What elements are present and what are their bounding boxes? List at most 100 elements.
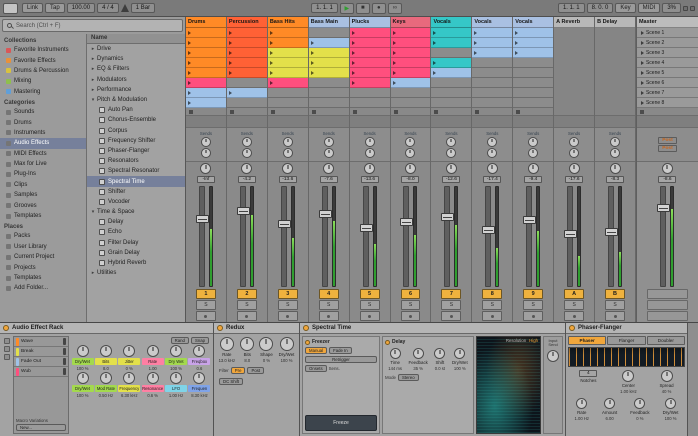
empty-clip-slot[interactable] (267, 88, 308, 98)
source-select[interactable]: Onsets (305, 365, 327, 372)
empty-clip-slot[interactable] (308, 98, 349, 108)
device-activator-icon[interactable] (569, 325, 575, 331)
browser-entry-modulators[interactable]: ▸ Modulators (87, 75, 185, 85)
snapshot-macros-button[interactable]: Snap (190, 337, 209, 344)
track-activator-button[interactable]: 5 (359, 289, 380, 299)
loop-button[interactable]: ∞ (387, 2, 402, 14)
sidebar-item-templates[interactable]: Templates (0, 273, 86, 283)
filter-pre-button[interactable]: Pre (230, 367, 246, 374)
browser-entry-vocoder[interactable]: Vocoder (87, 197, 185, 207)
empty-clip-slot[interactable] (226, 98, 267, 108)
delay-shift-knob[interactable] (434, 348, 446, 359)
phaser-rate-knob[interactable] (576, 398, 588, 409)
pan-knob[interactable] (241, 163, 253, 174)
browser-entry-chorus-ensemble[interactable]: Chorus-Ensemble (87, 115, 185, 125)
filter-post-button[interactable]: Post (247, 367, 265, 374)
arm-button[interactable] (277, 311, 298, 321)
sidebar-item-packs[interactable]: Packs (0, 231, 86, 241)
macro-knob-11[interactable] (170, 372, 183, 384)
empty-clip-slot[interactable] (308, 78, 349, 88)
clip[interactable] (472, 38, 513, 48)
redux-bits-knob[interactable] (240, 337, 255, 351)
loop-start-field[interactable]: 1. 1. 1 (557, 3, 585, 13)
freeze-button[interactable]: Freeze (305, 415, 377, 431)
browser-entry-resonators[interactable]: Resonators (87, 156, 185, 166)
clip[interactable] (308, 48, 349, 58)
clip[interactable] (308, 38, 349, 48)
sidebar-item-grooves[interactable]: Grooves (0, 200, 86, 210)
clip[interactable] (186, 78, 226, 88)
randomize-macros-button[interactable]: Rand (170, 337, 189, 344)
pan-knob[interactable] (609, 163, 621, 174)
fader-handle[interactable] (482, 225, 496, 234)
clip[interactable] (431, 28, 472, 38)
arm-button[interactable] (359, 311, 380, 321)
send-a-knob[interactable] (200, 137, 211, 147)
macro-knob-2[interactable] (99, 345, 112, 357)
solo-button[interactable]: S (359, 300, 380, 310)
volume-fader[interactable] (657, 186, 671, 287)
volume-value[interactable]: -13.6 (360, 176, 379, 183)
clip[interactable] (349, 78, 390, 88)
fader-handle[interactable] (441, 212, 455, 221)
macro-knob-12[interactable] (193, 372, 206, 384)
send-b-knob[interactable] (323, 148, 334, 158)
volume-fader[interactable] (482, 186, 496, 287)
clip[interactable] (431, 58, 472, 68)
clip[interactable] (349, 48, 390, 58)
sidebar-item-mixing[interactable]: Mixing (0, 76, 86, 86)
browser-entry-performance[interactable]: ▸ Performance (87, 85, 185, 95)
solo-button[interactable]: S (236, 300, 257, 310)
track-header[interactable]: Percussion (226, 17, 267, 28)
macro-knob-9[interactable] (123, 372, 136, 384)
macro-knob-1[interactable] (76, 345, 89, 357)
browser-entry-hybrid-reverb[interactable]: Hybrid Reverb (87, 258, 185, 268)
sidebar-item-plug-ins[interactable]: Plug-Ins (0, 169, 86, 179)
arm-button[interactable] (400, 311, 421, 321)
browser-entry-spectral-time[interactable]: Spectral Time (87, 176, 185, 187)
volume-value[interactable]: -17.4 (483, 176, 502, 183)
empty-clip-slot[interactable] (431, 98, 472, 108)
chevron-right-icon[interactable]: ▸ (89, 270, 97, 276)
track-header[interactable]: Keys (390, 17, 431, 28)
volume-value[interactable]: -17.6 (565, 176, 584, 183)
clip-stop-row[interactable] (226, 108, 267, 116)
arm-button[interactable] (318, 311, 339, 321)
arm-button[interactable] (564, 311, 585, 321)
browser-entry-filter-delay[interactable]: Filter Delay (87, 238, 185, 248)
clip[interactable] (431, 68, 472, 78)
empty-clip-slot[interactable] (472, 58, 513, 68)
phaser-dry-wet-knob[interactable] (665, 398, 677, 409)
send-a-knob[interactable] (241, 137, 252, 147)
fade-in-button[interactable]: Fade In (329, 347, 352, 354)
arrangement-position-field[interactable]: 1. 1. 1 (311, 3, 338, 13)
phaser-feedback-knob[interactable] (634, 398, 646, 409)
clip[interactable] (390, 38, 431, 48)
scene-row[interactable]: Scene 3 (636, 48, 698, 58)
arm-button[interactable] (523, 311, 544, 321)
browser-entry-phaser-flanger[interactable]: Phaser-Flanger (87, 146, 185, 156)
sidebar-item-max-for-live[interactable]: Max for Live (0, 159, 86, 169)
redux-dry-wet-knob[interactable] (279, 337, 294, 351)
browser-entry-spectral-resonator[interactable]: Spectral Resonator (87, 166, 185, 176)
fader-handle[interactable] (605, 227, 619, 236)
clip[interactable] (226, 68, 267, 78)
stop-all-clips-row[interactable] (636, 108, 698, 116)
volume-fader[interactable] (564, 186, 578, 287)
volume-value[interactable]: -Inf (196, 176, 215, 183)
volume-fader[interactable] (523, 186, 537, 287)
track-activator-button[interactable]: 4 (318, 289, 339, 299)
browser-entry-frequency-shifter[interactable]: Frequency Shifter (87, 136, 185, 146)
send-a-knob[interactable] (364, 137, 375, 147)
live-logo[interactable] (3, 2, 18, 14)
empty-clip-slot[interactable] (513, 58, 554, 68)
play-button[interactable]: ▶ (339, 2, 354, 14)
send-b-knob[interactable] (200, 148, 211, 158)
browser-entry-time-space[interactable]: ▾ Time & Space (87, 207, 185, 217)
volume-fader[interactable] (236, 186, 250, 287)
pan-knob[interactable] (527, 163, 539, 174)
volume-value[interactable]: -7.6 (319, 176, 338, 183)
browser-entry-utilities[interactable]: ▸ Utilities (87, 268, 185, 278)
clip[interactable] (186, 58, 226, 68)
cue-post-toggle-b[interactable]: Post (658, 145, 677, 152)
